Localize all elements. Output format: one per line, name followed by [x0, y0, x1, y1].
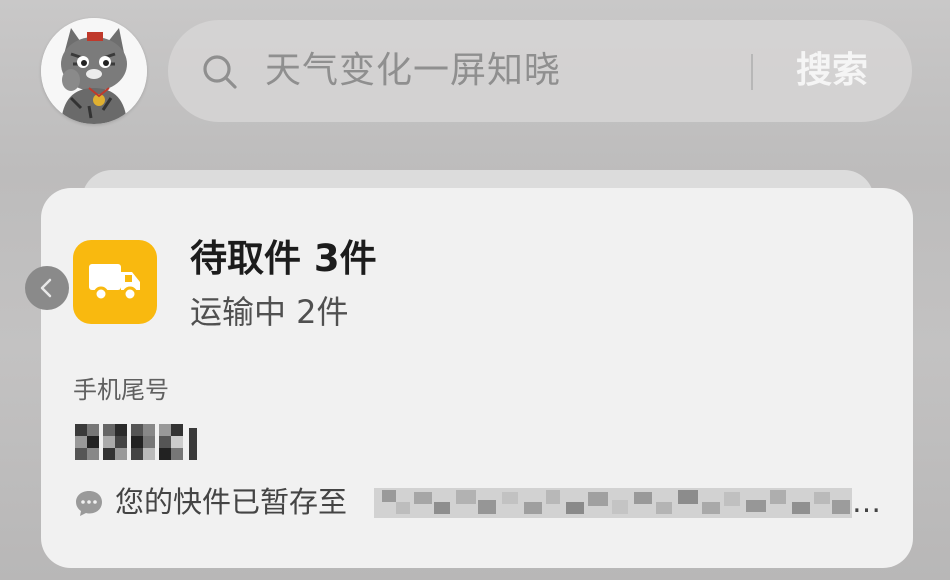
message-ellipsis: …: [852, 485, 881, 519]
in-transit-count: 运输中 2件: [190, 293, 349, 331]
delivery-app-icon[interactable]: [73, 240, 157, 324]
avatar[interactable]: [41, 18, 147, 124]
search-divider: [751, 54, 753, 90]
cat-avatar-icon: [41, 18, 147, 124]
storage-location-redacted: [374, 482, 852, 524]
chevron-left-icon: [40, 278, 52, 298]
search-icon: [203, 55, 237, 89]
storage-message-text: 您的快件已暂存至: [115, 485, 348, 519]
search-bar[interactable]: 天气变化一屏知晓 搜索: [168, 20, 912, 122]
search-input[interactable]: 天气变化一屏知晓: [265, 47, 561, 95]
pickup-count-title: 待取件 3件: [190, 237, 377, 280]
phone-suffix-value-redacted: [73, 418, 203, 466]
phone-suffix-label: 手机尾号: [73, 376, 169, 404]
previous-card-button[interactable]: [25, 266, 69, 310]
search-button[interactable]: 搜索: [796, 47, 868, 95]
delivery-truck-icon: [89, 264, 140, 302]
message-bubble-icon: [76, 491, 102, 516]
